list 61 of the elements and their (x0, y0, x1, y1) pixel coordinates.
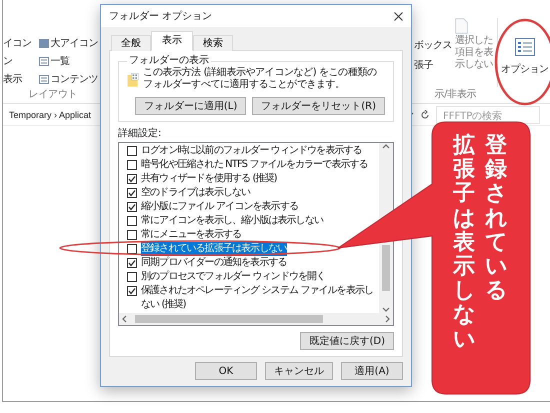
list-icon[interactable] (38, 56, 48, 66)
ribbon-label[interactable]: イコン (3, 36, 36, 50)
ribbon-label[interactable]: 一覧 (50, 54, 103, 68)
folder-view-button[interactable]: フォルダーをリセット(R) (252, 97, 385, 115)
dialog-button[interactable]: キャンセル (265, 362, 333, 380)
breadcrumb[interactable]: Temporary › Applicat (3, 110, 92, 120)
setting-label[interactable]: 空のドライブは表示しない (141, 186, 250, 200)
setting-label[interactable]: 暗号化や圧縮された NTFS ファイルをカラーで表示する (141, 158, 368, 172)
checkbox[interactable] (127, 286, 137, 296)
setting-label[interactable]: 常にメニューを表示する (141, 228, 242, 242)
window-title: フォルダー オプション (109, 10, 212, 23)
checkbox[interactable] (127, 202, 137, 212)
description-text: この表示方法 (詳細表示やアイコンなど) をこの種類のフォルダーすべてに適用することができます。 (143, 67, 378, 91)
setting-label[interactable]: 同期プロバイダーの通知を表示する (141, 256, 287, 270)
checkbox[interactable] (127, 174, 137, 184)
content-view-icon[interactable] (38, 74, 48, 84)
ribbon-label[interactable]: ボックス (414, 38, 454, 52)
tab[interactable]: 表示 (151, 31, 193, 51)
setting-label[interactable]: 別のプロセスでフォルダー ウィンドウを開く (141, 270, 326, 284)
checkbox[interactable] (127, 230, 137, 240)
scroll-left-icon[interactable] (121, 315, 129, 323)
ribbon-label[interactable]: 張子 (414, 58, 454, 72)
checkbox[interactable] (127, 244, 137, 254)
setting-label[interactable]: 縮小版にファイル アイコンを表示する (141, 200, 298, 214)
checkbox[interactable] (127, 188, 137, 198)
checkbox[interactable] (127, 146, 137, 156)
checklist-icon (514, 38, 535, 56)
restore-defaults-button[interactable]: 既定値に戻す(D) (300, 332, 394, 350)
setting-label[interactable]: 共有ウィザードを使用する (推奨) (141, 172, 277, 186)
close-icon[interactable] (394, 12, 403, 20)
ribbon-label[interactable]: ン (3, 54, 36, 68)
checkbox[interactable] (127, 160, 137, 170)
large-icons-icon[interactable] (38, 38, 48, 48)
tab[interactable]: 全般 (111, 35, 151, 51)
setting-label[interactable]: 常にアイコンを表示し、縮小版は表示しない (141, 214, 324, 228)
checkbox[interactable] (127, 272, 137, 282)
ribbon-label[interactable]: 大アイコン (50, 36, 103, 50)
scrollbar-thumb[interactable] (382, 245, 390, 291)
options-button[interactable]: オプション (496, 18, 550, 87)
scroll-down-icon[interactable] (382, 305, 390, 313)
horizontal-scrollbar[interactable] (119, 313, 393, 325)
checkbox[interactable] (127, 216, 137, 226)
scroll-up-icon[interactable] (382, 143, 390, 151)
scrollbar-thumb[interactable] (135, 315, 323, 323)
group-title: フォルダーの表示 (128, 55, 210, 66)
tab[interactable]: 検索 (193, 35, 233, 51)
group-label: レイアウト (28, 88, 78, 102)
hide-selected-label[interactable]: 選択した項目を表示しない (455, 35, 495, 71)
callout-text: 登録されている拡張子は表示しない (452, 132, 509, 354)
group-label: 示/非表示 (433, 88, 478, 102)
dialog-button[interactable]: 適用(A) (341, 362, 403, 380)
ribbon-label[interactable]: コンテンツ (50, 72, 103, 86)
scroll-right-icon[interactable] (383, 315, 391, 323)
refresh-icon[interactable] (420, 110, 430, 120)
checkbox[interactable] (127, 258, 137, 268)
advanced-settings-label: 詳細設定: (118, 128, 162, 140)
setting-label[interactable]: 保護されたオペレーティング システム ファイルを表示しない (推奨) (141, 284, 379, 312)
dialog-button[interactable]: OK (195, 362, 257, 380)
setting-label[interactable]: ログオン時に以前のフォルダー ウィンドウを表示する (141, 144, 362, 158)
ribbon-label[interactable]: 表示 (3, 72, 36, 86)
folder-view-button[interactable]: フォルダーに適用(L) (134, 97, 246, 115)
